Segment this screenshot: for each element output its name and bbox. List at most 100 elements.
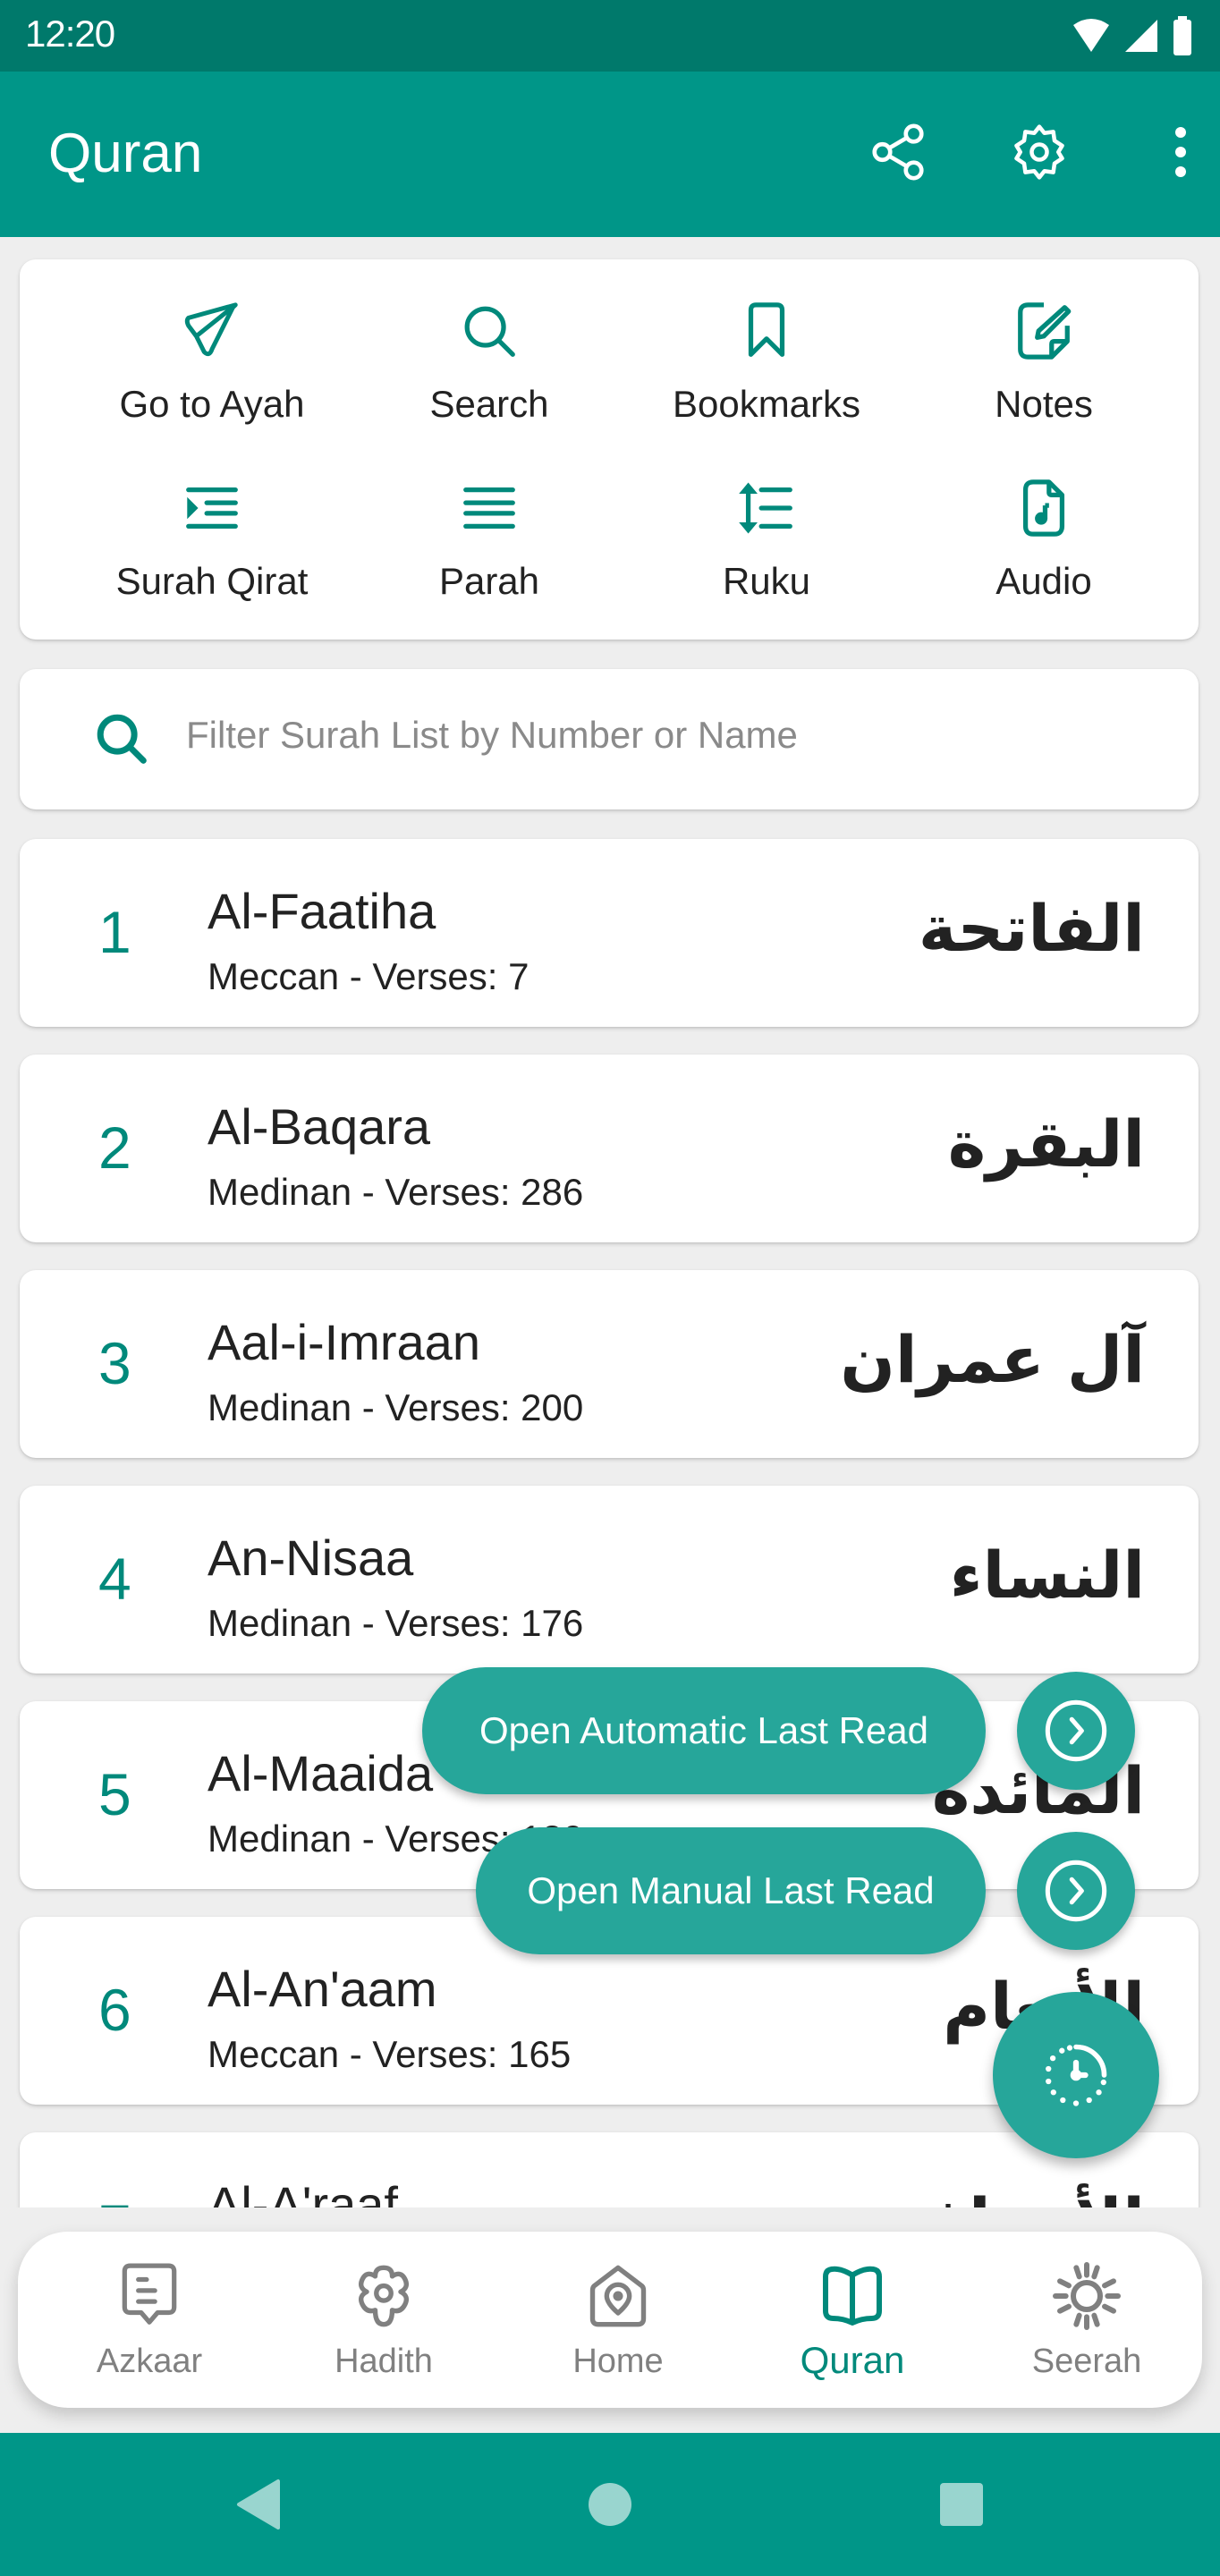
- quick-actions-card: Go to Ayah Search Bookmarks Notes Surah …: [20, 259, 1199, 640]
- surah-list-item[interactable]: 7 Al-A'raaf Meccan - Verses: 206 الأعراف: [20, 2132, 1199, 2207]
- nav-item-quran[interactable]: Quran: [734, 2232, 970, 2408]
- surah-arabic-name: الفاتحة: [918, 891, 1145, 966]
- search-placeholder: Filter Surah List by Number or Name: [186, 714, 798, 756]
- quick-action-bookmarks[interactable]: Bookmarks: [628, 259, 905, 429]
- nav-label: Quran: [800, 2339, 905, 2381]
- quick-action-label: Bookmarks: [672, 383, 861, 425]
- surah-number: 5: [98, 1761, 131, 1827]
- quick-action-label: Surah Qirat: [115, 560, 309, 602]
- nav-label: Seerah: [1031, 2343, 1142, 2380]
- surah-meta: Meccan - Verses: 7: [208, 955, 530, 997]
- surah-name: Al-Faatiha: [208, 883, 436, 939]
- surah-meta: Medinan - Verses: 200: [208, 1386, 584, 1428]
- surah-name: Aal-i-Imraan: [208, 1314, 480, 1370]
- nav-label: Azkaar: [96, 2343, 203, 2380]
- quick-actions-grid: Go to Ayah Search Bookmarks Notes Surah …: [20, 259, 1199, 640]
- audio-file-icon: [1012, 472, 1075, 544]
- status-time: 12:20: [25, 13, 115, 55]
- system-navigation-bar: [0, 2433, 1220, 2576]
- share-button[interactable]: [862, 116, 934, 188]
- open-book-icon: [817, 2260, 888, 2332]
- note-edit-icon: [1012, 295, 1075, 367]
- quick-action-parah[interactable]: Parah: [351, 436, 628, 606]
- nav-item-hadith[interactable]: Hadith: [266, 2232, 502, 2408]
- surah-name: Al-Maaida: [208, 1745, 434, 1801]
- surah-number: 6: [98, 1977, 131, 2043]
- surah-filter-input[interactable]: Filter Surah List by Number or Name: [20, 669, 1199, 809]
- surah-name: An-Nisaa: [208, 1530, 414, 1586]
- quick-action-go-to-ayah[interactable]: Go to Ayah: [73, 259, 351, 429]
- surah-name: Al-A'raaf: [208, 2176, 398, 2207]
- quick-action-label: Parah: [438, 560, 540, 602]
- open-manual-last-read-button[interactable]: Open Manual Last Read: [476, 1827, 986, 1954]
- recents-square-icon: [940, 2483, 983, 2526]
- bookmark-icon: [735, 295, 798, 367]
- quick-action-label: Audio: [995, 560, 1092, 602]
- surah-arabic-name: آل عمران: [840, 1322, 1145, 1397]
- home-pin-icon: [584, 2260, 652, 2332]
- quick-action-notes[interactable]: Notes: [905, 259, 1182, 429]
- surah-number: 3: [98, 1330, 131, 1396]
- surah-name: Al-An'aam: [208, 1961, 437, 2017]
- quick-action-label: Go to Ayah: [119, 383, 305, 425]
- app-bar: Quran: [0, 72, 1220, 237]
- share-icon: [872, 123, 924, 181]
- app-bar-actions: [862, 116, 1220, 188]
- system-back-button[interactable]: [231, 2478, 284, 2531]
- menu-lines-icon: [458, 472, 521, 544]
- flower-gear-icon: [350, 2260, 418, 2332]
- quick-action-surah-qirat[interactable]: Surah Qirat: [73, 436, 351, 606]
- more-options-button[interactable]: [1145, 116, 1216, 188]
- surah-number: 7: [98, 2191, 170, 2207]
- signal-icon: [1123, 18, 1159, 58]
- bottom-navigation: Azkaar Hadith Home Quran Seerah: [18, 2232, 1202, 2408]
- more-vert-icon: [1175, 127, 1186, 177]
- home-circle-icon: [589, 2483, 631, 2526]
- system-recents-button[interactable]: [935, 2478, 988, 2531]
- search-icon: [91, 708, 154, 775]
- back-triangle-icon: [237, 2479, 280, 2529]
- chevron-right-circle-icon: [1045, 1699, 1107, 1762]
- surah-arabic-name: البقرة: [947, 1106, 1145, 1182]
- surah-list-item[interactable]: 3 Aal-i-Imraan Medinan - Verses: 200 آل …: [20, 1270, 1199, 1458]
- history-clock-icon: [1046, 2044, 1107, 2106]
- quick-action-label: Notes: [995, 383, 1093, 425]
- quick-action-ruku[interactable]: Ruku: [628, 436, 905, 606]
- surah-name: Al-Baqara: [208, 1098, 431, 1155]
- quick-action-audio[interactable]: Audio: [905, 436, 1182, 606]
- surah-list-item[interactable]: 4 An-Nisaa Medinan - Verses: 176 النساء: [20, 1486, 1199, 1674]
- nav-item-home[interactable]: Home: [500, 2232, 736, 2408]
- surah-list-item[interactable]: 2 Al-Baqara Medinan - Verses: 286 البقرة: [20, 1055, 1199, 1242]
- open-automatic-last-read-button[interactable]: Open Automatic Last Read: [422, 1667, 986, 1794]
- system-home-button[interactable]: [583, 2478, 637, 2531]
- surah-meta: Medinan - Verses: 286: [208, 1171, 584, 1213]
- nav-item-azkaar[interactable]: Azkaar: [31, 2232, 267, 2408]
- quick-action-search[interactable]: Search: [351, 259, 628, 429]
- search-icon: [458, 295, 521, 367]
- wifi-icon: [1072, 18, 1111, 58]
- battery-icon: [1172, 16, 1193, 60]
- chevron-right-circle-icon: [1045, 1860, 1107, 1922]
- open-automatic-last-read-fab[interactable]: [1017, 1672, 1135, 1790]
- line-spacing-icon: [735, 472, 798, 544]
- paper-plane-icon: [181, 295, 243, 367]
- nav-item-seerah[interactable]: Seerah: [969, 2232, 1205, 2408]
- quick-action-label: Search: [429, 383, 549, 425]
- surah-number: 4: [98, 1546, 131, 1612]
- settings-button[interactable]: [1004, 116, 1075, 188]
- quick-action-label: Ruku: [722, 560, 811, 602]
- status-bar: 12:20: [0, 0, 1220, 72]
- last-read-fab[interactable]: [993, 1992, 1159, 2158]
- surah-meta: Meccan - Verses: 165: [208, 2033, 572, 2075]
- status-icons: [1072, 16, 1193, 60]
- surah-number: 2: [98, 1114, 131, 1181]
- surah-arabic-name: النساء: [949, 1538, 1145, 1613]
- open-manual-last-read-fab[interactable]: [1017, 1832, 1135, 1950]
- indent-list-icon: [181, 472, 243, 544]
- surah-list-item[interactable]: 1 Al-Faatiha Meccan - Verses: 7 الفاتحة: [20, 839, 1199, 1027]
- settings-icon: [1014, 124, 1064, 180]
- surah-number: 1: [98, 899, 131, 965]
- nav-label: Hadith: [335, 2343, 433, 2380]
- sun-icon: [1051, 2260, 1123, 2332]
- page-title: Quran: [48, 123, 203, 184]
